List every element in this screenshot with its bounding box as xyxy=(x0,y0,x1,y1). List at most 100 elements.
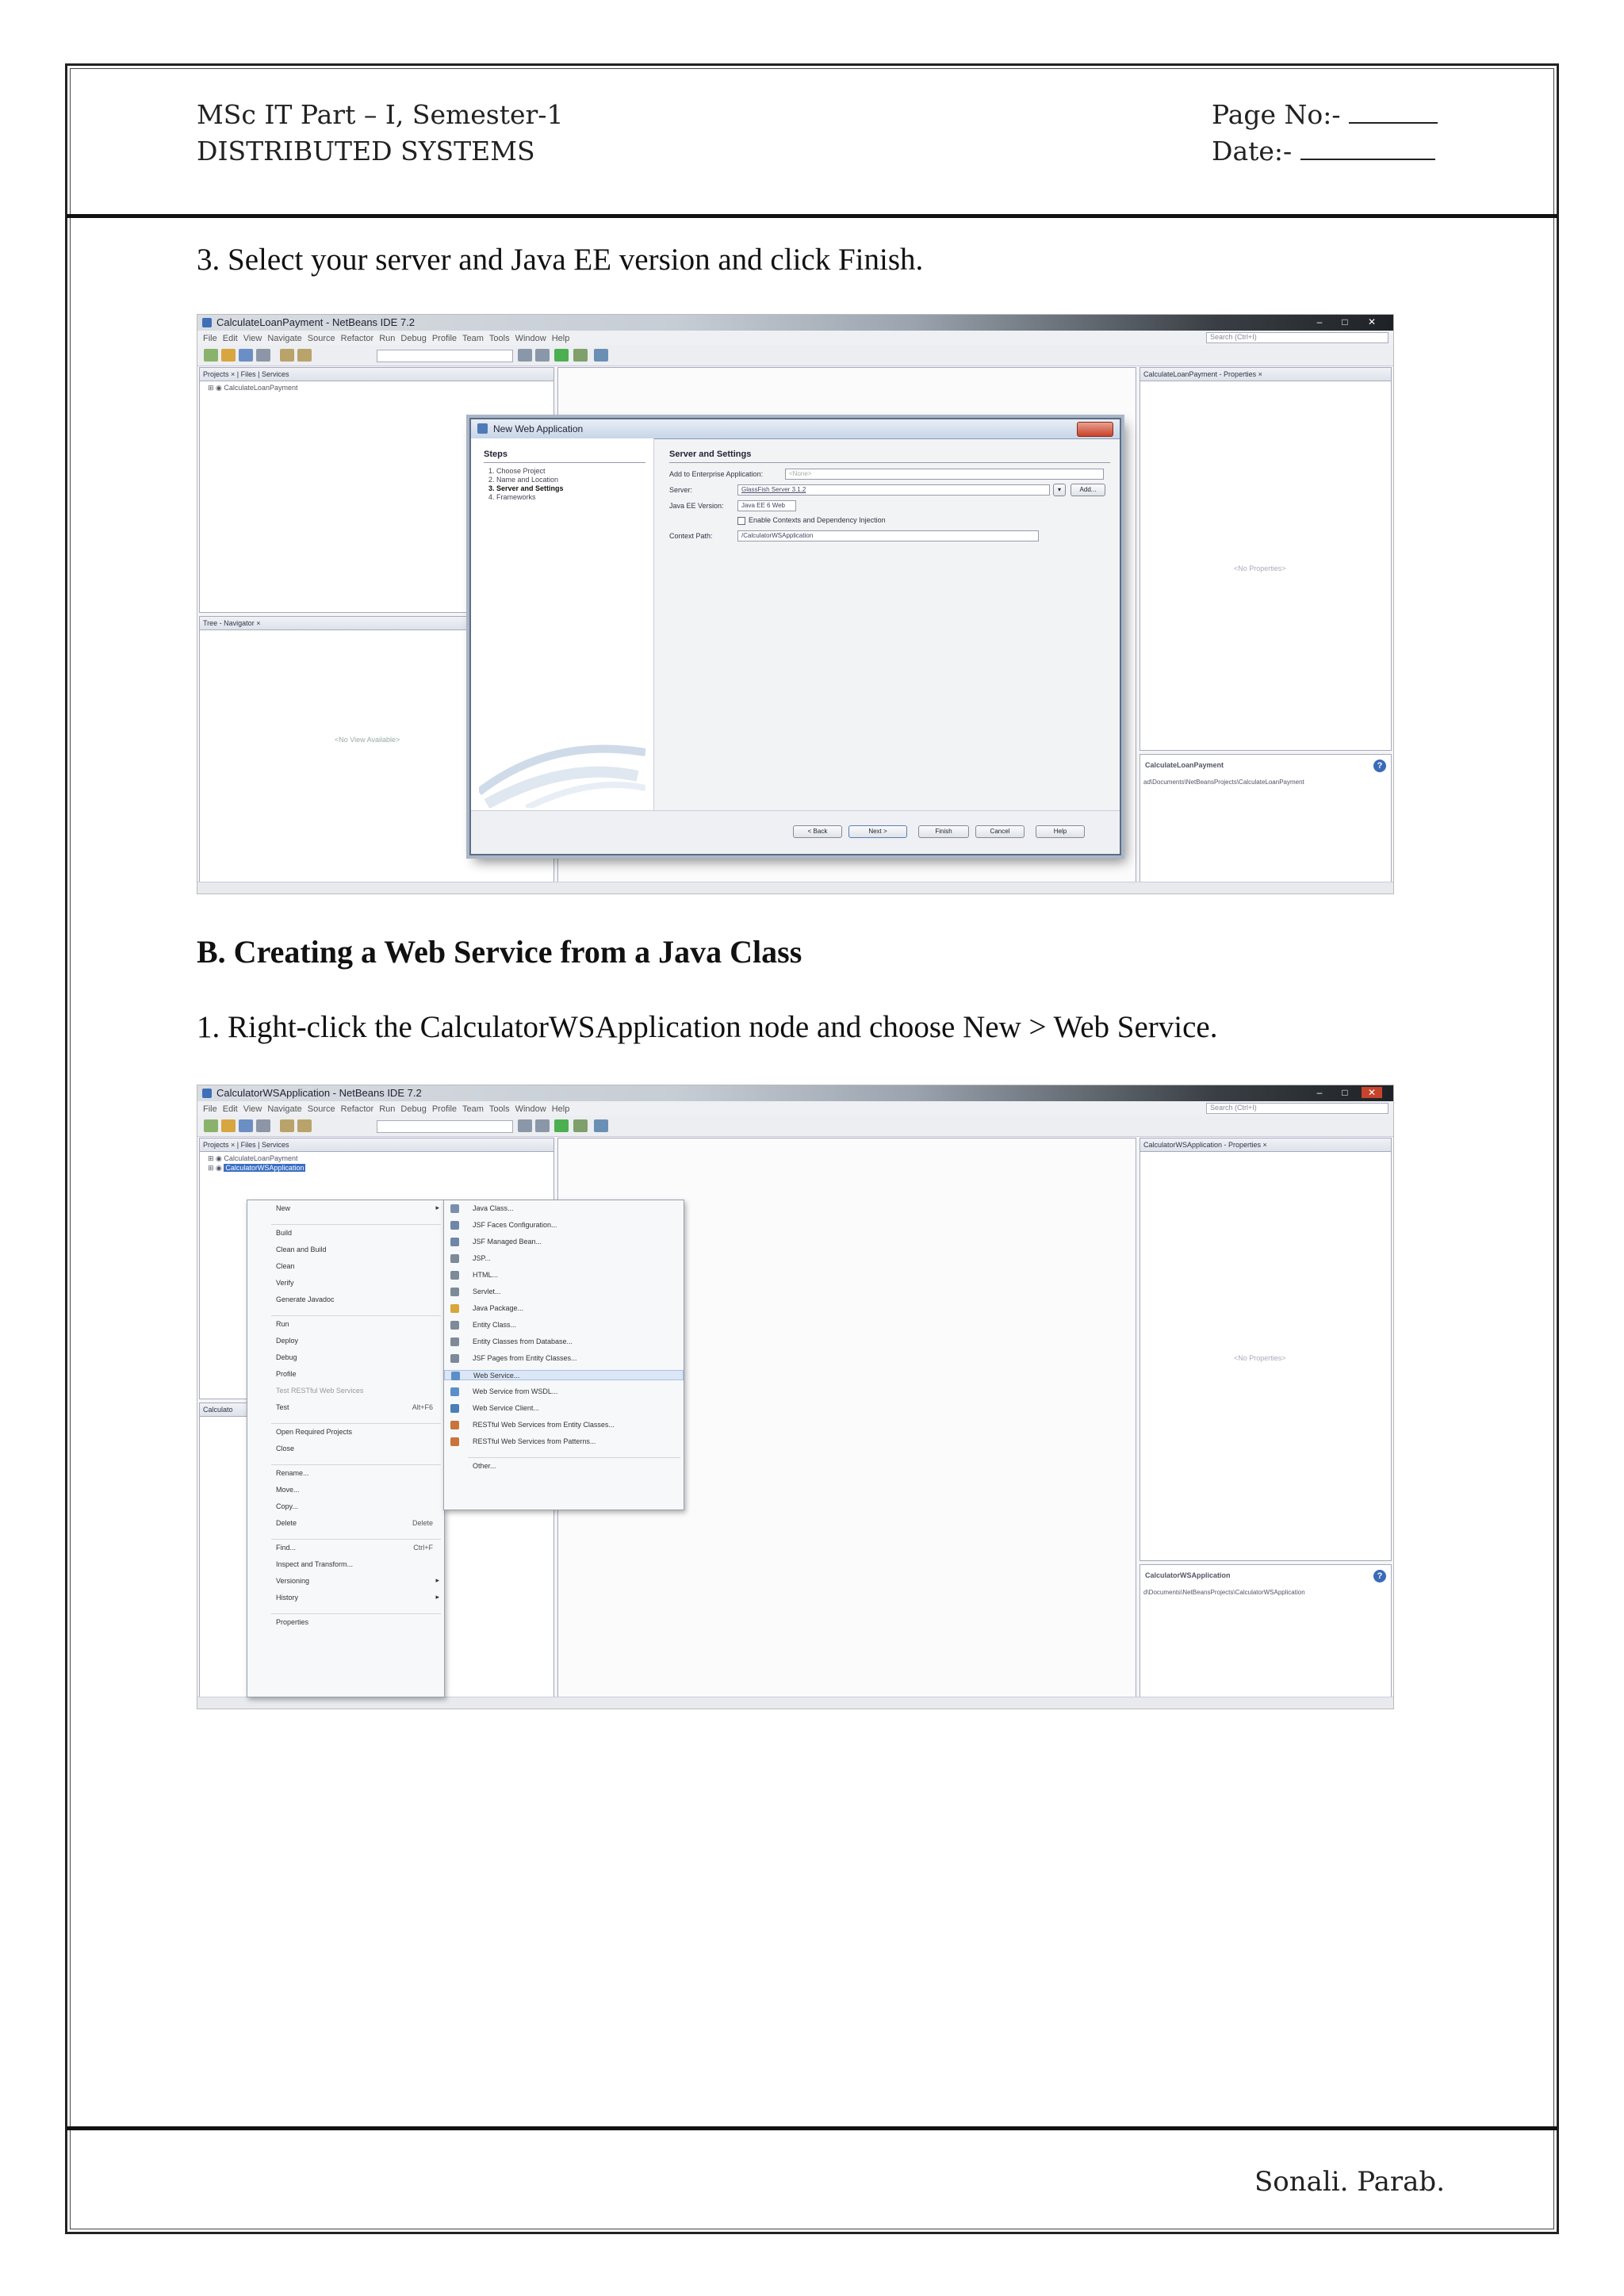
menu-item-copy[interactable]: Copy... xyxy=(247,1502,444,1512)
menu-item-web-service[interactable]: Web Service... xyxy=(444,1370,684,1380)
debug-icon[interactable] xyxy=(573,1119,588,1132)
menu-edit[interactable]: Edit xyxy=(223,334,238,343)
cdi-checkbox-row[interactable]: Enable Contexts and Dependency Injection xyxy=(737,516,886,525)
dialog-close-button[interactable] xyxy=(1077,422,1113,437)
menu-refactor[interactable]: Refactor xyxy=(341,334,374,343)
menu-window[interactable]: Window xyxy=(515,334,546,343)
help-icon[interactable]: ? xyxy=(1373,760,1386,772)
menu-item-versioning[interactable]: Versioning ▸ xyxy=(247,1576,444,1586)
menu-run[interactable]: Run xyxy=(379,1104,395,1114)
menu-debug[interactable]: Debug xyxy=(400,334,426,343)
new-file-icon[interactable] xyxy=(204,1119,218,1132)
next-button[interactable]: Next > xyxy=(848,825,907,838)
new-project-icon[interactable] xyxy=(221,349,236,362)
redo-icon[interactable] xyxy=(297,1119,312,1132)
ide-search-input[interactable]: Search (Ctrl+I) xyxy=(1206,332,1388,343)
menu-view[interactable]: View xyxy=(243,334,262,343)
menu-item-restful-web-services-from-entity-classes[interactable]: RESTful Web Services from Entity Classes… xyxy=(444,1420,684,1430)
menu-item-html[interactable]: HTML... xyxy=(444,1270,684,1280)
menu-item-web-service-from-wsdl[interactable]: Web Service from WSDL... xyxy=(444,1387,684,1397)
properties-tab[interactable]: CalculatorWSApplication - Properties × xyxy=(1140,1138,1391,1152)
save-all-icon[interactable] xyxy=(256,1119,270,1132)
menu-item-build[interactable]: Build xyxy=(247,1228,444,1238)
menu-item-find[interactable]: Find... Ctrl+F xyxy=(247,1543,444,1553)
ide-search-input[interactable]: Search (Ctrl+I) xyxy=(1206,1103,1388,1114)
menu-item-clean-and-build[interactable]: Clean and Build xyxy=(247,1245,444,1255)
menu-team[interactable]: Team xyxy=(462,1104,484,1114)
menu-item-jsf-faces-configuration[interactable]: JSF Faces Configuration... xyxy=(444,1220,684,1230)
menu-item-clean[interactable]: Clean xyxy=(247,1261,444,1272)
new-file-icon[interactable] xyxy=(204,349,218,362)
add-to-ea-select[interactable]: <None> xyxy=(785,469,1104,480)
help-button[interactable]: Help xyxy=(1036,825,1085,838)
projects-tab[interactable]: Projects × | Files | Services xyxy=(200,368,553,381)
clean-build-icon[interactable] xyxy=(535,349,550,362)
menu-item-verify[interactable]: Verify xyxy=(247,1278,444,1288)
redo-icon[interactable] xyxy=(297,349,312,362)
menu-item-properties[interactable]: Properties xyxy=(247,1617,444,1628)
tree-node-project[interactable]: ⊞ ◉ CalculateLoanPayment xyxy=(208,384,297,392)
cdi-checkbox[interactable] xyxy=(737,516,745,525)
context-path-input[interactable]: /CalculatorWSApplication xyxy=(737,530,1039,541)
menu-profile[interactable]: Profile xyxy=(432,1104,457,1114)
server-select[interactable]: GlassFish Server 3.1.2 xyxy=(737,484,1050,496)
profile-icon[interactable] xyxy=(594,349,608,362)
menu-item-web-service-client[interactable]: Web Service Client... xyxy=(444,1403,684,1414)
minimize-icon[interactable]: – xyxy=(1309,1087,1330,1098)
menu-item-deploy[interactable]: Deploy xyxy=(247,1336,444,1346)
finish-button[interactable]: Finish xyxy=(918,825,969,838)
menu-run[interactable]: Run xyxy=(379,334,395,343)
menu-item-move[interactable]: Move... xyxy=(247,1485,444,1495)
menu-item-jsf-pages-from-entity-classes[interactable]: JSF Pages from Entity Classes... xyxy=(444,1353,684,1364)
menu-item-generate-javadoc[interactable]: Generate Javadoc xyxy=(247,1295,444,1305)
minimize-icon[interactable]: – xyxy=(1309,316,1330,327)
tree-node-project-selected[interactable]: ⊞ ◉ CalculatorWSApplication xyxy=(208,1164,306,1173)
menu-file[interactable]: File xyxy=(203,1104,217,1114)
open-project-icon[interactable] xyxy=(239,349,253,362)
menu-edit[interactable]: Edit xyxy=(223,1104,238,1114)
menu-item-open-required-projects[interactable]: Open Required Projects xyxy=(247,1427,444,1437)
menu-item-jsf-managed-bean[interactable]: JSF Managed Bean... xyxy=(444,1237,684,1247)
undo-icon[interactable] xyxy=(280,349,294,362)
menu-item-java-class[interactable]: Java Class... xyxy=(444,1203,684,1214)
menu-item-delete[interactable]: Delete Delete xyxy=(247,1518,444,1529)
menu-refactor[interactable]: Refactor xyxy=(341,1104,374,1114)
menu-help[interactable]: Help xyxy=(552,1104,570,1114)
javaee-select[interactable]: Java EE 6 Web xyxy=(737,500,796,511)
menu-file[interactable]: File xyxy=(203,334,217,343)
debug-icon[interactable] xyxy=(573,349,588,362)
menu-item-other[interactable]: Other... xyxy=(444,1461,684,1471)
run-icon[interactable] xyxy=(554,1119,569,1132)
save-all-icon[interactable] xyxy=(256,349,270,362)
configuration-select[interactable] xyxy=(377,1120,513,1133)
menu-item-inspect-and-transform[interactable]: Inspect and Transform... xyxy=(247,1559,444,1570)
back-button[interactable]: < Back xyxy=(793,825,842,838)
maximize-icon[interactable]: □ xyxy=(1335,316,1355,327)
menu-item-restful-web-services-from-patterns[interactable]: RESTful Web Services from Patterns... xyxy=(444,1437,684,1447)
menu-item-run[interactable]: Run xyxy=(247,1319,444,1330)
menu-source[interactable]: Source xyxy=(308,1104,335,1114)
undo-icon[interactable] xyxy=(280,1119,294,1132)
menu-tools[interactable]: Tools xyxy=(489,1104,510,1114)
projects-tab[interactable]: Projects × | Files | Services xyxy=(200,1138,553,1152)
help-icon[interactable]: ? xyxy=(1373,1570,1386,1582)
menu-item-java-package[interactable]: Java Package... xyxy=(444,1303,684,1314)
close-icon[interactable]: ✕ xyxy=(1362,1087,1382,1098)
open-project-icon[interactable] xyxy=(239,1119,253,1132)
menu-source[interactable]: Source xyxy=(308,334,335,343)
profile-icon[interactable] xyxy=(594,1119,608,1132)
menu-item-new[interactable]: New ▸ xyxy=(247,1203,444,1214)
tree-node-project[interactable]: ⊞ ◉ CalculateLoanPayment xyxy=(208,1154,297,1163)
menu-navigate[interactable]: Navigate xyxy=(267,1104,301,1114)
cancel-button[interactable]: Cancel xyxy=(975,825,1025,838)
menu-view[interactable]: View xyxy=(243,1104,262,1114)
menu-item-entity-class[interactable]: Entity Class... xyxy=(444,1320,684,1330)
menu-debug[interactable]: Debug xyxy=(400,1104,426,1114)
build-icon[interactable] xyxy=(518,1119,532,1132)
server-dropdown-icon[interactable]: ▾ xyxy=(1053,484,1066,496)
close-icon[interactable]: ✕ xyxy=(1362,316,1382,327)
new-project-icon[interactable] xyxy=(221,1119,236,1132)
build-icon[interactable] xyxy=(518,349,532,362)
menu-item-close[interactable]: Close xyxy=(247,1444,444,1454)
configuration-select[interactable] xyxy=(377,350,513,362)
